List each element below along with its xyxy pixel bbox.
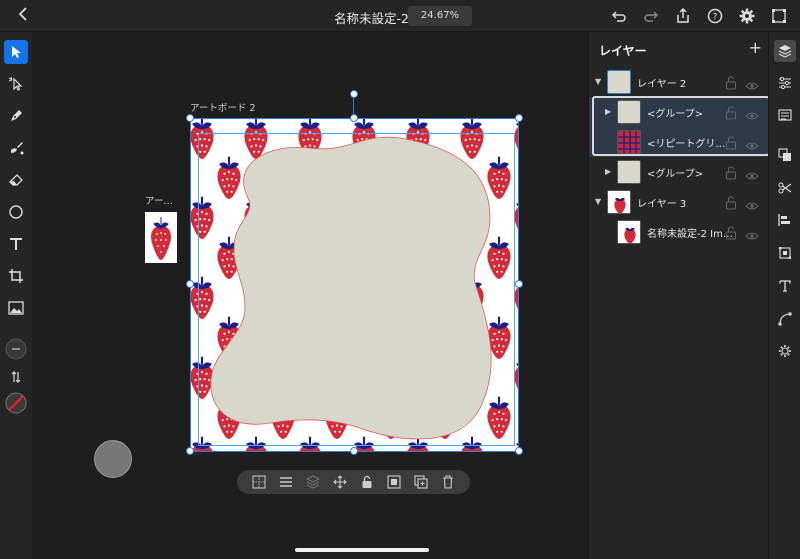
add-layer-button[interactable]: +	[749, 38, 762, 57]
top-actions: ?	[610, 6, 788, 26]
undo-icon[interactable]	[610, 7, 628, 25]
expand-triangle-icon[interactable]: ▼	[595, 77, 601, 86]
rotate-handle[interactable]	[350, 90, 358, 98]
artboard-main-label[interactable]: アートボード 2	[190, 100, 256, 114]
lock-icon[interactable]	[725, 165, 737, 180]
selection-highlight-outline	[592, 96, 770, 156]
share-icon[interactable]	[674, 7, 692, 25]
svg-text:?: ?	[713, 13, 718, 23]
visibility-eye-icon[interactable]	[745, 166, 759, 180]
resize-handle-r[interactable]	[515, 280, 523, 288]
path-icon[interactable]	[774, 308, 796, 330]
artboard-small[interactable]	[145, 212, 177, 263]
delete-icon[interactable]	[440, 474, 456, 490]
help-icon[interactable]: ?	[706, 7, 724, 25]
visibility-eye-icon[interactable]	[745, 226, 759, 240]
lock-icon[interactable]	[359, 474, 375, 490]
lock-icon[interactable]	[725, 225, 737, 240]
properties-icon[interactable]	[774, 72, 796, 94]
resize-handle-b[interactable]	[350, 447, 358, 455]
type-icon[interactable]	[774, 275, 796, 297]
resize-handle-l[interactable]	[186, 280, 194, 288]
resize-handle-t[interactable]	[350, 114, 358, 122]
artboard-small-label[interactable]: アー…	[145, 193, 173, 207]
resize-handle-tl[interactable]	[186, 114, 194, 122]
libraries-icon[interactable]	[774, 104, 796, 126]
floating-modifier-button[interactable]	[94, 440, 132, 478]
eraser-icon[interactable]	[4, 168, 28, 192]
plugins-icon[interactable]	[774, 340, 796, 362]
layers-panel-title: レイヤー	[599, 44, 647, 58]
mask-icon[interactable]	[386, 474, 402, 490]
layer-thumbnail	[617, 220, 641, 244]
layer-row[interactable]: 名称未設定-2 Im…	[589, 217, 769, 247]
layer-label: 名称未設定-2 Im…	[647, 229, 733, 240]
home-indicator	[295, 548, 429, 552]
align-panel-icon[interactable]	[774, 209, 796, 231]
arrange-panel-icon[interactable]	[774, 144, 796, 166]
resize-handle-bl[interactable]	[186, 447, 194, 455]
arrange-icon[interactable]	[305, 474, 321, 490]
app-window: 名称未設定-2 24.67% ? アー… アートボード 2 レイヤー + ▼ レ…	[0, 0, 800, 559]
visibility-eye-icon[interactable]	[745, 196, 759, 210]
expand-triangle-icon[interactable]: ▶	[605, 167, 611, 176]
pattern-icon[interactable]	[251, 474, 267, 490]
back-icon[interactable]	[14, 6, 32, 26]
resize-handle-tr[interactable]	[515, 114, 523, 122]
pen-icon[interactable]	[4, 104, 28, 128]
selection-inner-frame	[198, 133, 515, 446]
layer-label: レイヤー 3	[637, 199, 687, 210]
align-icon[interactable]	[278, 474, 294, 490]
duplicate-icon[interactable]	[413, 474, 429, 490]
top-bar: 名称未設定-2 24.67% ?	[0, 0, 800, 32]
fill-none-icon[interactable]	[4, 391, 28, 415]
right-panel-bar	[768, 32, 800, 559]
transform-icon[interactable]	[774, 242, 796, 264]
visibility-eye-icon[interactable]	[745, 76, 759, 90]
expand-triangle-icon[interactable]: ▼	[595, 197, 601, 206]
stroke-width-icon[interactable]	[4, 337, 28, 361]
settings-icon[interactable]	[738, 7, 756, 25]
layer-label: <グループ>	[647, 169, 704, 180]
swap-icon[interactable]	[4, 365, 28, 389]
left-toolbar	[0, 32, 32, 559]
context-task-bar	[237, 470, 470, 494]
layers-icon[interactable]	[774, 40, 796, 62]
fullscreen-icon[interactable]	[770, 7, 788, 25]
shape-icon[interactable]	[4, 200, 28, 224]
select-icon[interactable]	[4, 40, 28, 64]
text-icon[interactable]	[4, 232, 28, 256]
layer-thumbnail	[607, 70, 631, 94]
zoom-level[interactable]: 24.67%	[408, 6, 472, 26]
resize-handle-br[interactable]	[515, 447, 523, 455]
move-icon[interactable]	[332, 474, 348, 490]
brush-icon[interactable]	[4, 136, 28, 160]
scissors-icon[interactable]	[774, 177, 796, 199]
redo-icon[interactable]	[642, 7, 660, 25]
layer-row[interactable]: ▼ レイヤー 3	[589, 187, 769, 217]
layer-row[interactable]: ▶ <グループ>	[589, 157, 769, 187]
lock-icon[interactable]	[725, 195, 737, 210]
document-title[interactable]: 名称未設定-2	[334, 8, 409, 27]
layer-row[interactable]: ▼ レイヤー 2	[589, 67, 769, 97]
layer-label: レイヤー 2	[637, 79, 687, 90]
direct-select-icon[interactable]	[4, 72, 28, 96]
layer-thumbnail	[607, 190, 631, 214]
lock-icon[interactable]	[725, 75, 737, 90]
crop-icon[interactable]	[4, 264, 28, 288]
layer-thumbnail	[617, 160, 641, 184]
canvas[interactable]: アー… アートボード 2	[32, 32, 588, 559]
image-icon[interactable]	[4, 296, 28, 320]
